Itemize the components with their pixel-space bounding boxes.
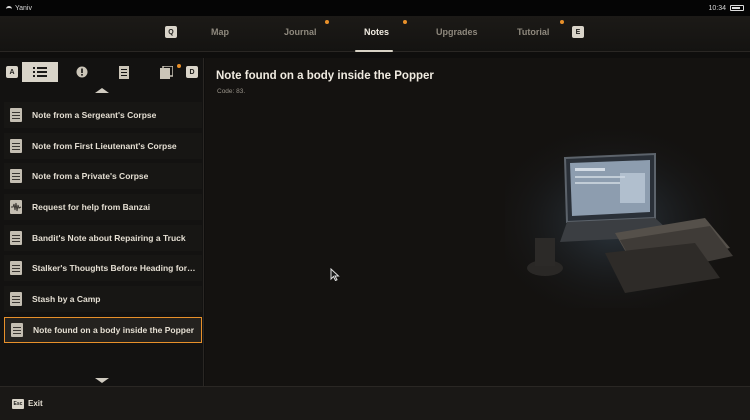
audio-note-icon	[10, 200, 22, 215]
list-item-label: Bandit's Note about Repairing a Truck	[32, 232, 186, 243]
list-item-label: Note found on a body inside the Popper	[33, 324, 195, 335]
notes-list-panel: A D Note from a Sergeant's Corpse Note f…	[0, 58, 204, 386]
note-icon	[10, 138, 22, 153]
tab-notes[interactable]: Notes	[364, 27, 389, 37]
battery-icon	[730, 5, 744, 11]
notes-new-dot	[403, 20, 407, 24]
list-item[interactable]: Request for help from Banzai	[4, 194, 202, 221]
filter-next-key[interactable]: D	[186, 66, 198, 78]
list-item-label: Stalker's Thoughts Before Heading for th…	[32, 263, 197, 274]
list-item-label: Stash by a Camp	[32, 294, 101, 305]
list-item[interactable]: Note from a Sergeant's Corpse	[4, 102, 202, 128]
photos-new-dot	[177, 64, 181, 68]
list-icon	[33, 67, 47, 77]
filter-documents-button[interactable]	[106, 62, 142, 82]
laptop-illustration	[505, 118, 745, 308]
note-icon	[10, 261, 22, 276]
note-icon	[10, 169, 22, 184]
top-nav: Q Map Journal Notes Upgrades Tutorial E	[0, 16, 750, 52]
list-item-label: Note from First Lieutenant's Corpse	[32, 140, 177, 151]
bottom-bar: Esc Exit	[0, 386, 750, 420]
document-icon	[119, 65, 129, 79]
note-icon	[10, 292, 22, 307]
scroll-up-icon[interactable]	[95, 88, 109, 93]
notes-list: Note from a Sergeant's Corpse Note from …	[4, 102, 202, 348]
tab-tutorial[interactable]: Tutorial	[517, 27, 549, 37]
journal-new-dot	[325, 20, 329, 24]
status-user: Yaniv	[15, 4, 32, 12]
esc-key[interactable]: Esc	[12, 398, 24, 409]
filter-all-button[interactable]	[22, 62, 58, 82]
tab-journal[interactable]: Journal	[284, 27, 317, 37]
wifi-icon	[6, 5, 12, 11]
active-tab-indicator	[355, 50, 393, 52]
note-icon	[10, 108, 22, 122]
tab-map[interactable]: Map	[211, 27, 229, 37]
list-item-label: Note from a Sergeant's Corpse	[32, 110, 157, 120]
photo-stack-icon	[159, 65, 173, 79]
note-code: Code: 83.	[217, 88, 246, 95]
filter-important-button[interactable]	[64, 62, 100, 82]
list-item[interactable]: Note from a Private's Corpse	[4, 163, 202, 190]
status-bar: Yaniv 10:34	[0, 0, 750, 16]
nav-next-key[interactable]: E	[572, 26, 584, 38]
list-item-label: Request for help from Banzai	[32, 202, 151, 213]
note-title: Note found on a body inside the Popper	[216, 70, 434, 82]
list-item-selected[interactable]: Note found on a body inside the Popper	[4, 316, 202, 343]
list-item[interactable]: Stalker's Thoughts Before Heading for th…	[4, 255, 202, 282]
list-item[interactable]: Stash by a Camp	[4, 286, 202, 313]
scroll-down-icon[interactable]	[95, 378, 109, 383]
exit-button[interactable]: Exit	[28, 399, 43, 408]
exclamation-icon	[76, 66, 88, 78]
nav-prev-key[interactable]: Q	[165, 26, 177, 38]
note-detail-panel: Note found on a body inside the Popper C…	[205, 58, 750, 386]
status-time: 10:34	[708, 4, 726, 12]
list-item-label: Note from a Private's Corpse	[32, 171, 149, 182]
filter-bar: A D	[0, 62, 204, 84]
status-left: Yaniv	[6, 5, 32, 12]
status-right: 10:34	[708, 5, 744, 12]
note-icon	[10, 230, 22, 245]
tutorial-new-dot	[560, 20, 564, 24]
note-icon	[11, 322, 23, 337]
tab-upgrades[interactable]: Upgrades	[436, 27, 478, 37]
list-item[interactable]: Bandit's Note about Repairing a Truck	[4, 224, 202, 251]
mouse-cursor-icon	[330, 268, 340, 281]
list-item[interactable]: Note from First Lieutenant's Corpse	[4, 132, 202, 159]
filter-prev-key[interactable]: A	[6, 66, 18, 78]
